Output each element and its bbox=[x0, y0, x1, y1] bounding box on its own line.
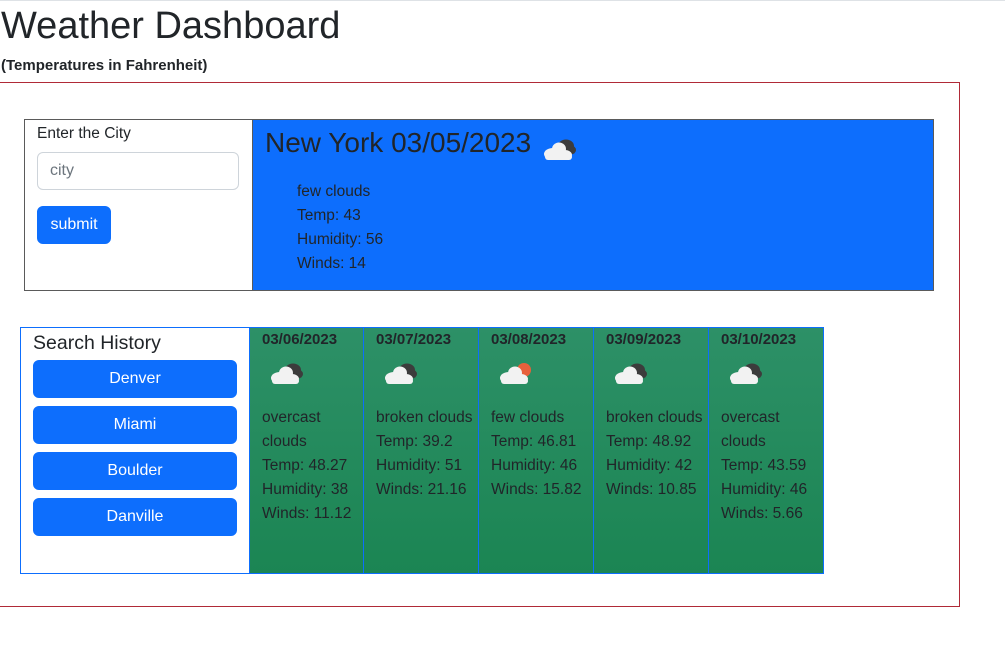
forecast-temp: Temp: 48.27 bbox=[262, 457, 348, 474]
clouds-icon bbox=[730, 363, 762, 384]
forecast-details: broken clouds Temp: 39.2 Humidity: 51 Wi… bbox=[376, 406, 476, 502]
forecast-winds: Winds: 5.66 bbox=[721, 505, 803, 522]
few-clouds-sun-icon bbox=[500, 363, 531, 384]
city-search-input[interactable] bbox=[37, 152, 239, 190]
clouds-icon bbox=[385, 363, 417, 384]
page-subtitle: (Temperatures in Fahrenheit) bbox=[1, 57, 208, 74]
forecast-temp: Temp: 48.92 bbox=[606, 433, 692, 450]
clouds-icon bbox=[271, 363, 303, 384]
few-clouds-night-icon bbox=[544, 139, 576, 160]
history-button-boulder[interactable]: Boulder bbox=[33, 452, 237, 490]
forecast-details: overcast clouds Temp: 43.59 Humidity: 46… bbox=[721, 406, 821, 526]
forecast-winds: Winds: 10.85 bbox=[606, 481, 697, 498]
forecast-date: 03/06/2023 bbox=[262, 331, 338, 348]
history-button-denver[interactable]: Denver bbox=[33, 360, 237, 398]
forecast-temp: Temp: 39.2 bbox=[376, 433, 453, 450]
city-search-panel: Enter the City submit bbox=[24, 119, 253, 291]
current-weather-panel: New York 03/05/2023 few clouds Temp: 43 … bbox=[252, 119, 934, 291]
current-winds: Winds: 14 bbox=[297, 255, 366, 272]
forecast-date: 03/08/2023 bbox=[491, 331, 567, 348]
forecast-date: 03/09/2023 bbox=[606, 331, 682, 348]
history-button-miami[interactable]: Miami bbox=[33, 406, 237, 444]
forecast-winds: Winds: 11.12 bbox=[262, 505, 352, 522]
clouds-icon bbox=[615, 363, 647, 384]
page-title: Weather Dashboard bbox=[1, 5, 341, 47]
forecast-date: 03/07/2023 bbox=[376, 331, 452, 348]
city-search-label: Enter the City bbox=[37, 125, 131, 142]
current-description: few clouds bbox=[297, 183, 371, 200]
search-history-panel: Search History Denver Miami Boulder Danv… bbox=[20, 327, 251, 574]
forecast-card: 03/10/2023 overcast clouds Temp: 43.59 H… bbox=[708, 327, 824, 574]
forecast-description: overcast clouds bbox=[262, 409, 321, 450]
forecast-details: overcast clouds Temp: 48.27 Humidity: 38… bbox=[262, 406, 362, 526]
forecast-humidity: Humidity: 42 bbox=[606, 457, 693, 474]
forecast-details: few clouds Temp: 46.81 Humidity: 46 Wind… bbox=[491, 406, 591, 502]
forecast-card: 03/09/2023 broken clouds Temp: 48.92 Hum… bbox=[593, 327, 709, 574]
current-humidity: Humidity: 56 bbox=[297, 231, 384, 248]
forecast-temp: Temp: 46.81 bbox=[491, 433, 577, 450]
forecast-date: 03/10/2023 bbox=[721, 331, 797, 348]
search-history-title: Search History bbox=[33, 332, 161, 354]
forecast-humidity: Humidity: 46 bbox=[491, 457, 578, 474]
forecast-humidity: Humidity: 38 bbox=[262, 481, 349, 498]
forecast-description: few clouds bbox=[491, 409, 565, 426]
forecast-description: broken clouds bbox=[606, 409, 703, 426]
current-weather-title: New York 03/05/2023 bbox=[265, 127, 532, 158]
current-weather-details: few clouds Temp: 43 Humidity: 56 Winds: … bbox=[297, 180, 383, 276]
forecast-humidity: Humidity: 46 bbox=[721, 481, 808, 498]
forecast-card: 03/07/2023 broken clouds Temp: 39.2 Humi… bbox=[363, 327, 479, 574]
forecast-card: 03/06/2023 overcast clouds Temp: 48.27 H… bbox=[249, 327, 365, 574]
forecast-description: broken clouds bbox=[376, 409, 473, 426]
forecast-card: 03/08/2023 few clouds Temp: 46.81 Humidi… bbox=[478, 327, 594, 574]
forecast-winds: Winds: 21.16 bbox=[376, 481, 467, 498]
forecast-description: overcast clouds bbox=[721, 409, 780, 450]
forecast-details: broken clouds Temp: 48.92 Humidity: 42 W… bbox=[606, 406, 706, 502]
forecast-temp: Temp: 43.59 bbox=[721, 457, 807, 474]
history-button-danville[interactable]: Danville bbox=[33, 498, 237, 536]
top-divider bbox=[0, 0, 1005, 1]
submit-button[interactable]: submit bbox=[37, 206, 111, 244]
current-temp: Temp: 43 bbox=[297, 207, 361, 224]
forecast-winds: Winds: 15.82 bbox=[491, 481, 582, 498]
forecast-humidity: Humidity: 51 bbox=[376, 457, 463, 474]
